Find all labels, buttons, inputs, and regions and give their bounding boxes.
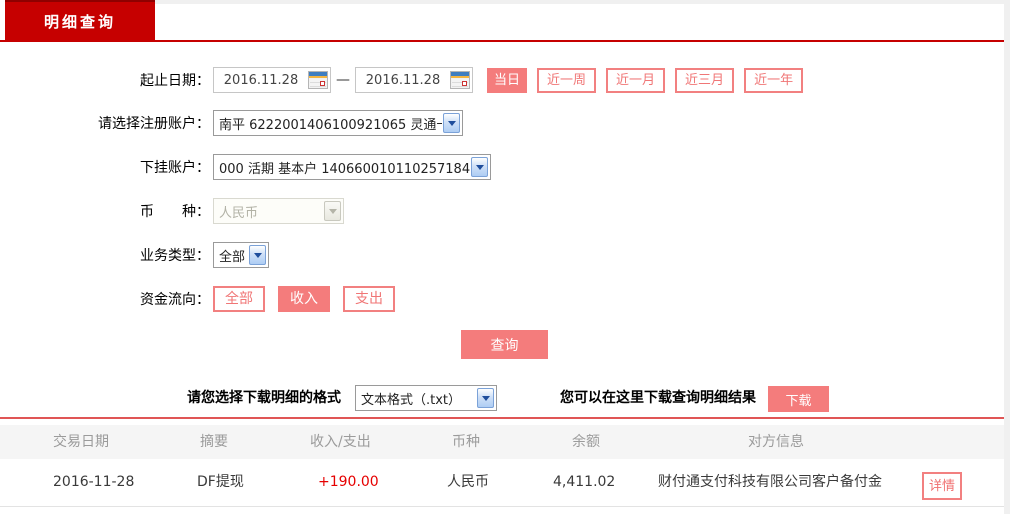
sub-account-row: 下挂账户： 000 活期 基本户 1406600101102571848: [0, 154, 491, 180]
chevron-down-icon: [471, 157, 488, 177]
currency-row: 币 种： 人民币: [0, 198, 344, 224]
calendar-icon[interactable]: [308, 71, 328, 89]
start-date-value: 2016.11.28: [223, 72, 299, 88]
table-divider: [0, 417, 1004, 419]
chevron-down-icon: [324, 201, 341, 221]
date-range-row: 起止日期： 2016.11.28 — 2016.11.28 当日 近一周 近一月…: [0, 67, 804, 93]
register-account-row: 请选择注册账户： 南平 6222001406100921065 灵通卡: [0, 110, 463, 136]
page-top-edge: [155, 0, 1010, 4]
tab-underline: [0, 40, 1004, 42]
end-date-value: 2016.11.28: [365, 72, 441, 88]
register-account-value: 南平 6222001406100921065 灵通卡: [219, 117, 442, 133]
chevron-down-icon: [477, 388, 494, 408]
start-date-input[interactable]: 2016.11.28: [213, 67, 331, 93]
sub-account-value: 000 活期 基本户 1406600101102571848: [219, 161, 470, 177]
sub-account-label: 下挂账户：: [140, 160, 210, 176]
business-type-row: 业务类型： 全部: [0, 242, 269, 268]
fund-flow-income-button[interactable]: 收入: [278, 286, 330, 312]
chevron-down-icon: [443, 113, 460, 133]
chevron-down-icon: [249, 245, 266, 265]
download-format-select[interactable]: 文本格式（.txt）: [355, 385, 497, 411]
header-income-expense: 收入/支出: [310, 434, 371, 450]
quick-range-year-button[interactable]: 近一年: [744, 67, 804, 93]
fund-flow-label: 资金流向：: [140, 292, 210, 308]
detail-query-page: 明细查询 起止日期： 2016.11.28 — 2016.11.28 当日 近一…: [0, 0, 1010, 514]
quick-range-month-button[interactable]: 近一月: [606, 67, 666, 93]
cell-counterparty: 财付通支付科技有限公司客户备付金: [658, 474, 882, 490]
calendar-icon-dot: [462, 81, 467, 86]
cell-balance: 4,411.02: [553, 474, 616, 490]
date-range-label: 起止日期：: [140, 73, 210, 89]
calendar-icon-stripe: [451, 76, 469, 78]
detail-button[interactable]: 详情: [922, 472, 962, 500]
quick-range-quarter-button[interactable]: 近三月: [675, 67, 735, 93]
calendar-icon[interactable]: [450, 71, 470, 89]
end-date-input[interactable]: 2016.11.28: [355, 67, 473, 93]
currency-select: 人民币: [213, 198, 344, 224]
table-row: 2016-11-28 DF提现 +190.00 人民币 4,411.02 财付通…: [0, 459, 1004, 507]
business-type-label: 业务类型：: [140, 248, 210, 264]
sub-account-select[interactable]: 000 活期 基本户 1406600101102571848: [213, 154, 491, 180]
date-range-separator: —: [336, 72, 350, 88]
header-counterparty: 对方信息: [748, 434, 804, 450]
tab-label: 明细查询: [43, 12, 116, 31]
register-account-label: 请选择注册账户：: [98, 116, 210, 132]
tab-detail-query[interactable]: 明细查询: [5, 0, 155, 40]
business-type-value: 全部: [219, 249, 246, 265]
cell-currency: 人民币: [447, 474, 489, 490]
calendar-icon-dot: [320, 81, 325, 86]
fund-flow-all-button[interactable]: 全部: [213, 286, 265, 312]
header-currency: 币种: [452, 434, 480, 450]
cell-amount: +190.00: [318, 474, 379, 490]
fund-flow-row: 资金流向： 全部 收入 支出: [0, 286, 408, 312]
download-format-label: 请您选择下载明细的格式: [187, 390, 341, 406]
header-summary: 摘要: [200, 434, 228, 450]
currency-value: 人民币: [219, 205, 259, 221]
query-button[interactable]: 查询: [461, 330, 548, 359]
cell-transaction-date: 2016-11-28: [53, 474, 135, 490]
download-hint: 您可以在这里下载查询明细结果: [560, 390, 756, 406]
business-type-select[interactable]: 全部: [213, 242, 269, 268]
download-format-value: 文本格式（.txt）: [361, 392, 462, 408]
fund-flow-expense-button[interactable]: 支出: [343, 286, 395, 312]
register-account-select[interactable]: 南平 6222001406100921065 灵通卡: [213, 110, 463, 136]
currency-label: 币 种：: [140, 204, 210, 220]
table-header: 交易日期 摘要 收入/支出 币种 余额 对方信息: [0, 425, 1004, 459]
quick-range-week-button[interactable]: 近一周: [537, 67, 597, 93]
download-button[interactable]: 下载: [768, 386, 829, 412]
header-balance: 余额: [572, 434, 600, 450]
cell-summary: DF提现: [197, 474, 244, 490]
header-transaction-date: 交易日期: [53, 434, 109, 450]
calendar-icon-stripe: [309, 76, 327, 78]
quick-range-today-button[interactable]: 当日: [487, 67, 528, 93]
page-right-edge: [1004, 0, 1010, 514]
